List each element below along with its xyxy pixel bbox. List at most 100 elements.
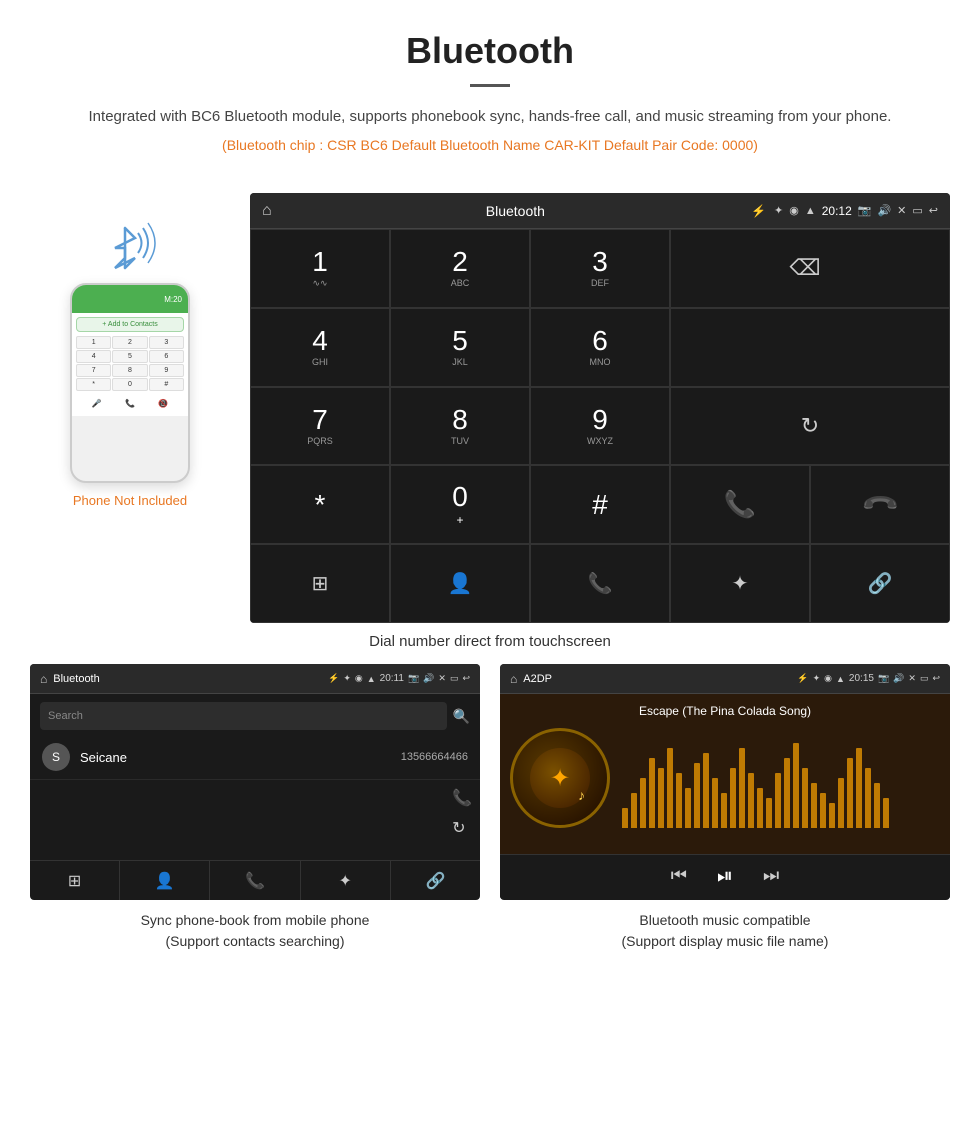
ms-sig-icon: ▲ [836,674,845,684]
contact-avatar-s: S [42,743,70,771]
dial-key-0[interactable]: 0 + [390,465,530,544]
dial-key-hash[interactable]: # [530,465,670,544]
prev-track-button[interactable]: ⏮ [671,865,687,888]
contact-row-seicane[interactable]: S Seicane 13566664466 [30,735,480,780]
dial-key-4[interactable]: 4 GHI [250,308,390,387]
pb-nav-contacts[interactable]: 👤 [120,861,210,900]
phone-key-0: 0 [112,378,147,391]
pb-nav-phone[interactable]: 📞 [210,861,300,900]
pb-bottom-nav: ⊞ 👤 📞 ✦ 🔗 [30,860,480,900]
ms-back-icon: ↩ [932,673,940,684]
pb-nav-bt[interactable]: ✦ [301,861,391,900]
dial-nav-bt[interactable]: ✦ [670,544,810,623]
title-divider [470,84,510,87]
dial-home-icon: ⌂ [262,202,272,220]
search-input-mock[interactable]: Search [40,702,447,730]
music-note-icon: ♪ [578,787,585,803]
music-art-row: ✦ ♪ [510,728,940,828]
ms-x-icon: ✕ [908,673,916,684]
contacts-icon: 👤 [448,571,473,596]
phonebook-caption-line1: Sync phone-book from mobile phone [141,912,370,928]
pb-cam-icon: 📷 [408,673,419,684]
eq-bar [694,763,700,828]
album-art: ✦ ♪ [510,728,610,828]
dial-end-button[interactable]: 📞 [810,465,950,544]
bt-nav-icon: ✦ [732,571,749,596]
ms-vol-icon: 🔊 [893,673,904,684]
contact-number: 13566664466 [401,751,468,763]
eq-bar [712,778,718,828]
dial-nav-dialpad[interactable]: ⊞ [250,544,390,623]
backspace-icon[interactable]: ⌫ [789,255,830,281]
eq-bar [703,753,709,828]
pb-status-bar: ⌂ Bluetooth ⚡ ✦ ◉ ▲ 20:11 📷 🔊 ✕ ▭ ↩ [30,664,480,694]
bottom-row: ⌂ Bluetooth ⚡ ✦ ◉ ▲ 20:11 📷 🔊 ✕ ▭ ↩ Sear… [0,664,980,900]
phone-bottom-mic-icon: 🎤 [92,399,102,408]
bluetooth-waves [90,213,170,273]
eq-bar [640,778,646,828]
dial-status-title: Bluetooth [280,203,751,219]
dialpad-icon: ⊞ [312,571,329,596]
play-pause-button[interactable]: ⏯ [717,865,733,888]
dial-key-5[interactable]: 5 JKL [390,308,530,387]
album-art-inner: ✦ ♪ [530,748,590,808]
pb-nav-link[interactable]: 🔗 [391,861,480,900]
dial-key-star[interactable]: * [250,465,390,544]
phone-key-8: 8 [112,364,147,377]
dial-right-icons: ✦ ◉ ▲ 20:12 📷 🔊 ✕ ▭ ↩ [774,204,938,218]
phone-key-5: 5 [112,350,147,363]
eq-bar [784,758,790,828]
phone-key-1: 1 [76,336,111,349]
page-header: Bluetooth Integrated with BC6 Bluetooth … [0,0,980,193]
dial-call-button[interactable]: 📞 [670,465,810,544]
ms-right-icons: ✦ ◉ ▲ 20:15 📷 🔊 ✕ ▭ ↩ [813,673,940,684]
dial-nav-phone[interactable]: 📞 [530,544,670,623]
phone-key-3: 3 [149,336,184,349]
phone-key-hash: # [149,378,184,391]
phone-bottom-bar: 🎤 📞 📵 [76,395,184,412]
phone-bottom-end-icon: 📵 [158,399,168,408]
dial-key-7[interactable]: 7 PQRS [250,387,390,466]
contact-name: Seicane [80,750,401,765]
search-icon[interactable]: 🔍 [453,708,470,725]
dial-display-2 [670,308,950,387]
pb-loc-icon: ◉ [355,673,363,684]
ms-loc-icon: ◉ [824,673,832,684]
dial-key-8[interactable]: 8 TUV [390,387,530,466]
music-caption: Bluetooth music compatible (Support disp… [500,910,950,952]
dial-key-9[interactable]: 9 WXYZ [530,387,670,466]
music-caption-line1: Bluetooth music compatible [639,912,810,928]
pb-nav-dialpad[interactable]: ⊞ [30,861,120,900]
dial-nav-contacts[interactable]: 👤 [390,544,530,623]
link-icon: 🔗 [868,571,893,596]
ms-home-icon: ⌂ [510,672,517,686]
pb-title: Bluetooth [53,673,328,685]
dial-nav-link[interactable]: 🔗 [810,544,950,623]
dial-key-3[interactable]: 3 DEF [530,229,670,308]
dial-refresh-cell[interactable]: ↻ [670,387,950,466]
dial-key-6[interactable]: 6 MNO [530,308,670,387]
eq-bar [865,768,871,828]
pb-side-refresh-icon[interactable]: ↻ [452,818,472,838]
eq-bar [685,788,691,828]
eq-bar [739,748,745,828]
pb-time: 20:11 [380,673,404,684]
music-caption-line2: (Support display music file name) [622,933,829,949]
ms-status-bar: ⌂ A2DP ⚡ ✦ ◉ ▲ 20:15 📷 🔊 ✕ ▭ ↩ [500,664,950,694]
eq-bar [676,773,682,828]
phone-bottom-call-icon: 📞 [125,399,135,408]
next-track-button[interactable]: ⏭ [763,865,779,888]
eq-bar [766,798,772,828]
dial-key-1[interactable]: 1 ∿∿ [250,229,390,308]
bt-circle-icon: ✦ [550,764,570,793]
eq-bar [658,768,664,828]
dial-key-2[interactable]: 2 ABC [390,229,530,308]
dial-bt-icon: ✦ [774,204,783,217]
phone-not-included-label: Phone Not Included [73,493,187,508]
pb-x-icon: ✕ [438,673,446,684]
phone-add-contact: + Add to Contacts [76,317,184,332]
dial-usb-icon: ⚡ [751,204,766,218]
pb-back-icon: ↩ [462,673,470,684]
eq-bar [757,788,763,828]
pb-side-phone-icon[interactable]: 📞 [452,788,472,808]
